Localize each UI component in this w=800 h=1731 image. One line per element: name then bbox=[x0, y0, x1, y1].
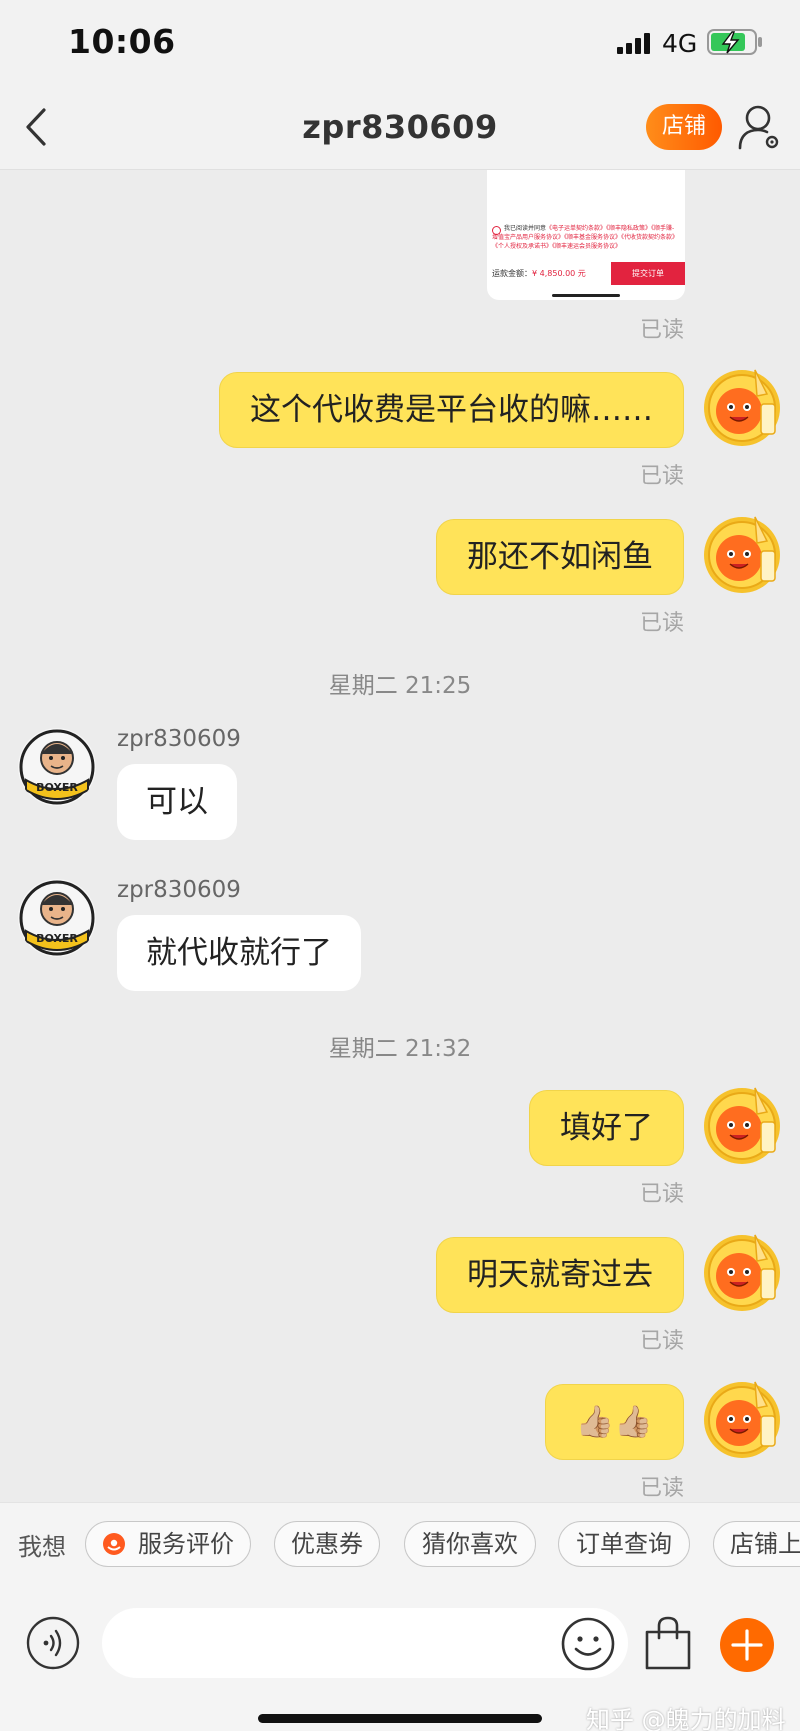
message-input-bar: 知乎 @魄力的加料 bbox=[0, 1586, 800, 1731]
chip-service-rating[interactable]: 服务评价 bbox=[85, 1521, 251, 1567]
read-receipt: 已读 bbox=[639, 1476, 684, 1501]
order-submit-button[interactable]: 提交订单 bbox=[611, 262, 685, 285]
contact-avatar-icon[interactable]: BOXER bbox=[18, 728, 96, 806]
contact-avatar-icon[interactable]: BOXER bbox=[18, 879, 96, 957]
chat-header: zpr830609 店铺 bbox=[0, 86, 800, 170]
time-divider: 星期二 21:32 bbox=[328, 1036, 472, 1062]
chip-label: 店铺上新 bbox=[730, 1530, 800, 1558]
read-receipt: 已读 bbox=[639, 611, 684, 636]
read-receipt: 已读 bbox=[639, 1329, 684, 1354]
read-receipt: 已读 bbox=[639, 318, 684, 343]
chat-message-list[interactable]: 我已阅读并同意《电子运单契约条款》《顺丰隐私政策》《顺手赚-增值宝产品用户服务协… bbox=[0, 170, 800, 1502]
profile-settings-icon[interactable] bbox=[736, 102, 782, 152]
chip-recommendations[interactable]: 猜你喜欢 bbox=[404, 1521, 536, 1567]
status-time: 10:06 bbox=[68, 22, 176, 61]
chip-store-new[interactable]: 店铺上新 bbox=[713, 1521, 800, 1567]
read-receipt: 已读 bbox=[639, 1182, 684, 1207]
chip-order-lookup[interactable]: 订单查询 bbox=[558, 1521, 690, 1567]
order-amount: 运款金额：¥ 4,850.00 元 bbox=[492, 268, 586, 279]
watermark: 知乎 @魄力的加料 bbox=[586, 1706, 786, 1731]
time-divider: 星期二 21:25 bbox=[328, 673, 472, 699]
chip-label: 订单查询 bbox=[576, 1530, 672, 1558]
battery-charging-icon bbox=[707, 29, 762, 55]
network-type: 4G bbox=[662, 29, 698, 58]
home-indicator[interactable] bbox=[258, 1714, 542, 1723]
screenshot-home-indicator bbox=[552, 294, 620, 297]
order-amount-label: 运款金额： bbox=[492, 269, 532, 278]
avatar-badge-text: BOXER bbox=[36, 781, 78, 794]
quick-actions-label: 我想 bbox=[18, 1533, 66, 1561]
message-bubble-incoming[interactable]: 就代收就行了 bbox=[117, 915, 361, 991]
chip-label: 优惠券 bbox=[291, 1530, 363, 1558]
user-avatar-icon[interactable] bbox=[697, 511, 787, 595]
emoji-icon[interactable] bbox=[560, 1616, 616, 1672]
user-avatar-icon[interactable] bbox=[697, 1376, 787, 1460]
store-button[interactable]: 店铺 bbox=[646, 104, 722, 150]
chip-coupons[interactable]: 优惠券 bbox=[274, 1521, 380, 1567]
rating-flower-icon bbox=[103, 1533, 125, 1555]
message-bubble-outgoing[interactable]: 那还不如闲鱼 bbox=[436, 519, 684, 595]
message-bubble-outgoing[interactable]: 明天就寄过去 bbox=[436, 1237, 684, 1313]
quick-actions-bar: 我想 服务评价 优惠券 猜你喜欢 订单查询 店铺上新 bbox=[0, 1502, 800, 1586]
user-avatar-icon[interactable] bbox=[697, 1082, 787, 1166]
chip-label: 服务评价 bbox=[138, 1530, 234, 1558]
sender-name: zpr830609 bbox=[117, 726, 241, 752]
order-terms-text: 我已阅读并同意《电子运单契约条款》《顺丰隐私政策》《顺手赚-增值宝产品用户服务协… bbox=[492, 224, 680, 251]
message-bubble-outgoing[interactable]: 👍🏼👍🏼 bbox=[544, 1384, 684, 1460]
more-actions-button[interactable] bbox=[720, 1618, 774, 1672]
message-input[interactable] bbox=[102, 1608, 628, 1678]
message-bubble-outgoing[interactable]: 这个代收费是平台收的嘛…… bbox=[219, 372, 684, 448]
message-bubble-incoming[interactable]: 可以 bbox=[117, 764, 237, 840]
plus-icon bbox=[731, 1629, 763, 1661]
voice-input-icon[interactable] bbox=[26, 1616, 80, 1670]
shopping-bag-icon[interactable] bbox=[642, 1614, 694, 1672]
avatar-badge-text: BOXER bbox=[36, 932, 78, 945]
order-amount-value: ¥ 4,850.00 元 bbox=[532, 269, 586, 278]
order-form-image-message[interactable]: 我已阅读并同意《电子运单契约条款》《顺丰隐私政策》《顺手赚-增值宝产品用户服务协… bbox=[487, 170, 685, 300]
user-avatar-icon[interactable] bbox=[697, 364, 787, 448]
cellular-signal-icon bbox=[617, 33, 650, 54]
status-bar: 10:06 4G bbox=[0, 0, 800, 86]
chip-label: 猜你喜欢 bbox=[422, 1530, 518, 1558]
user-avatar-icon[interactable] bbox=[697, 1229, 787, 1313]
terms-lead: 我已阅读并同意 bbox=[504, 225, 547, 232]
sender-name: zpr830609 bbox=[117, 877, 241, 903]
read-receipt: 已读 bbox=[639, 464, 684, 489]
message-bubble-outgoing[interactable]: 填好了 bbox=[529, 1090, 684, 1166]
